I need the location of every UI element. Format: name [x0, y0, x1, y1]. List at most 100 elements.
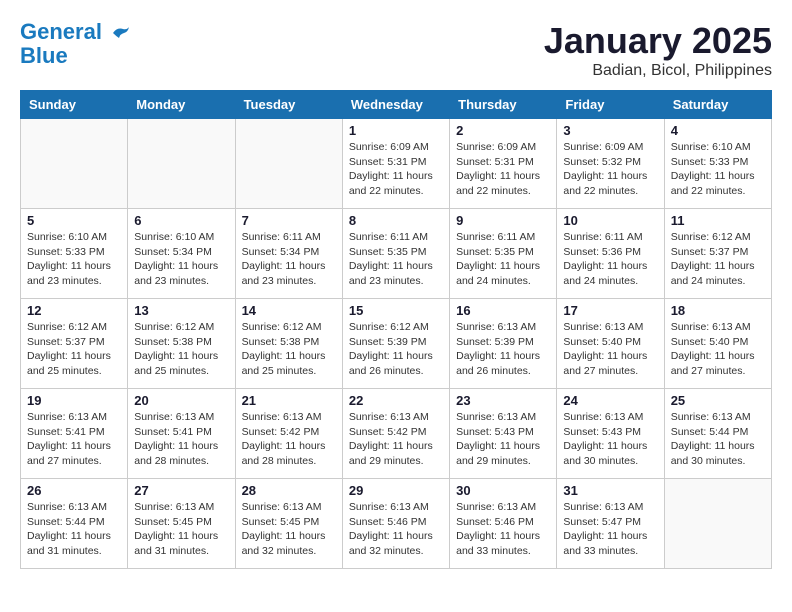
day-number: 15	[349, 303, 443, 318]
header-monday: Monday	[128, 91, 235, 119]
calendar-cell: 13 Sunrise: 6:12 AM Sunset: 5:38 PM Dayli…	[128, 299, 235, 389]
day-info: Sunrise: 6:13 AM Sunset: 5:44 PM Dayligh…	[671, 410, 765, 469]
day-number: 24	[563, 393, 657, 408]
day-info: Sunrise: 6:13 AM Sunset: 5:40 PM Dayligh…	[563, 320, 657, 379]
day-info: Sunrise: 6:11 AM Sunset: 5:36 PM Dayligh…	[563, 230, 657, 289]
day-number: 17	[563, 303, 657, 318]
week-row-2: 5 Sunrise: 6:10 AM Sunset: 5:33 PM Daylig…	[21, 209, 772, 299]
day-number: 20	[134, 393, 228, 408]
week-row-3: 12 Sunrise: 6:12 AM Sunset: 5:37 PM Dayli…	[21, 299, 772, 389]
calendar-cell: 14 Sunrise: 6:12 AM Sunset: 5:38 PM Dayli…	[235, 299, 342, 389]
logo-bird-icon	[111, 25, 131, 41]
day-info: Sunrise: 6:12 AM Sunset: 5:39 PM Dayligh…	[349, 320, 443, 379]
day-info: Sunrise: 6:13 AM Sunset: 5:41 PM Dayligh…	[27, 410, 121, 469]
calendar-cell: 6Sunrise: 6:10 AM Sunset: 5:34 PM Daylig…	[128, 209, 235, 299]
calendar-cell	[664, 479, 771, 569]
calendar-cell: 11Sunrise: 6:12 AM Sunset: 5:37 PM Dayli…	[664, 209, 771, 299]
day-number: 13	[134, 303, 228, 318]
calendar-cell: 19 Sunrise: 6:13 AM Sunset: 5:41 PM Dayli…	[21, 389, 128, 479]
calendar-cell	[235, 119, 342, 209]
calendar-cell: 26Sunrise: 6:13 AM Sunset: 5:44 PM Dayli…	[21, 479, 128, 569]
calendar-cell: 9 Sunrise: 6:11 AM Sunset: 5:35 PM Daylig…	[450, 209, 557, 299]
calendar-cell: 29 Sunrise: 6:13 AM Sunset: 5:46 PM Dayli…	[342, 479, 449, 569]
day-info: Sunrise: 6:12 AM Sunset: 5:38 PM Dayligh…	[242, 320, 336, 379]
header-wednesday: Wednesday	[342, 91, 449, 119]
day-info: Sunrise: 6:13 AM Sunset: 5:45 PM Dayligh…	[134, 500, 228, 559]
logo-blue: Blue	[20, 44, 131, 68]
day-number: 10	[563, 213, 657, 228]
calendar-cell: 20 Sunrise: 6:13 AM Sunset: 5:41 PM Dayli…	[128, 389, 235, 479]
day-number: 19	[27, 393, 121, 408]
day-number: 4	[671, 123, 765, 138]
calendar-cell: 12 Sunrise: 6:12 AM Sunset: 5:37 PM Dayli…	[21, 299, 128, 389]
calendar-cell: 10 Sunrise: 6:11 AM Sunset: 5:36 PM Dayli…	[557, 209, 664, 299]
day-number: 8	[349, 213, 443, 228]
page-header: General Blue January 2025 Badian, Bicol,…	[20, 20, 772, 80]
day-info: Sunrise: 6:13 AM Sunset: 5:46 PM Dayligh…	[349, 500, 443, 559]
day-number: 31	[563, 483, 657, 498]
day-info: Sunrise: 6:11 AM Sunset: 5:35 PM Dayligh…	[349, 230, 443, 289]
day-number: 1	[349, 123, 443, 138]
calendar-table: SundayMondayTuesdayWednesdayThursdayFrid…	[20, 90, 772, 569]
location-title: Badian, Bicol, Philippines	[544, 62, 772, 80]
calendar-cell: 17 Sunrise: 6:13 AM Sunset: 5:40 PM Dayli…	[557, 299, 664, 389]
day-info: Sunrise: 6:13 AM Sunset: 5:43 PM Dayligh…	[456, 410, 550, 469]
day-number: 14	[242, 303, 336, 318]
calendar-cell	[128, 119, 235, 209]
calendar-cell: 1 Sunrise: 6:09 AM Sunset: 5:31 PM Daylig…	[342, 119, 449, 209]
day-number: 28	[242, 483, 336, 498]
calendar-cell: 30Sunrise: 6:13 AM Sunset: 5:46 PM Dayli…	[450, 479, 557, 569]
calendar-cell: 25 Sunrise: 6:13 AM Sunset: 5:44 PM Dayli…	[664, 389, 771, 479]
day-info: Sunrise: 6:12 AM Sunset: 5:37 PM Dayligh…	[27, 320, 121, 379]
calendar-cell: 28Sunrise: 6:13 AM Sunset: 5:45 PM Dayli…	[235, 479, 342, 569]
day-number: 7	[242, 213, 336, 228]
calendar-cell: 5 Sunrise: 6:10 AM Sunset: 5:33 PM Daylig…	[21, 209, 128, 299]
logo-text: General	[20, 20, 131, 44]
calendar-cell: 7Sunrise: 6:11 AM Sunset: 5:34 PM Daylig…	[235, 209, 342, 299]
month-title: January 2025	[544, 20, 772, 62]
header-thursday: Thursday	[450, 91, 557, 119]
day-number: 22	[349, 393, 443, 408]
day-number: 29	[349, 483, 443, 498]
day-number: 5	[27, 213, 121, 228]
day-info: Sunrise: 6:13 AM Sunset: 5:41 PM Dayligh…	[134, 410, 228, 469]
day-info: Sunrise: 6:09 AM Sunset: 5:31 PM Dayligh…	[349, 140, 443, 199]
day-info: Sunrise: 6:13 AM Sunset: 5:44 PM Dayligh…	[27, 500, 121, 559]
day-number: 23	[456, 393, 550, 408]
calendar-cell	[21, 119, 128, 209]
day-info: Sunrise: 6:13 AM Sunset: 5:42 PM Dayligh…	[349, 410, 443, 469]
day-info: Sunrise: 6:09 AM Sunset: 5:32 PM Dayligh…	[563, 140, 657, 199]
day-number: 11	[671, 213, 765, 228]
day-info: Sunrise: 6:10 AM Sunset: 5:33 PM Dayligh…	[27, 230, 121, 289]
week-row-4: 19 Sunrise: 6:13 AM Sunset: 5:41 PM Dayli…	[21, 389, 772, 479]
day-number: 2	[456, 123, 550, 138]
day-info: Sunrise: 6:13 AM Sunset: 5:39 PM Dayligh…	[456, 320, 550, 379]
day-number: 25	[671, 393, 765, 408]
calendar-title-area: January 2025 Badian, Bicol, Philippines	[544, 20, 772, 80]
day-number: 27	[134, 483, 228, 498]
header-friday: Friday	[557, 91, 664, 119]
calendar-cell: 22 Sunrise: 6:13 AM Sunset: 5:42 PM Dayli…	[342, 389, 449, 479]
calendar-cell: 21Sunrise: 6:13 AM Sunset: 5:42 PM Dayli…	[235, 389, 342, 479]
day-number: 16	[456, 303, 550, 318]
day-number: 9	[456, 213, 550, 228]
week-row-5: 26Sunrise: 6:13 AM Sunset: 5:44 PM Dayli…	[21, 479, 772, 569]
calendar-cell: 27 Sunrise: 6:13 AM Sunset: 5:45 PM Dayli…	[128, 479, 235, 569]
day-number: 6	[134, 213, 228, 228]
day-info: Sunrise: 6:12 AM Sunset: 5:38 PM Dayligh…	[134, 320, 228, 379]
day-info: Sunrise: 6:13 AM Sunset: 5:43 PM Dayligh…	[563, 410, 657, 469]
logo: General Blue	[20, 20, 131, 68]
calendar-cell: 16 Sunrise: 6:13 AM Sunset: 5:39 PM Dayli…	[450, 299, 557, 389]
calendar-cell: 18 Sunrise: 6:13 AM Sunset: 5:40 PM Dayli…	[664, 299, 771, 389]
header-saturday: Saturday	[664, 91, 771, 119]
day-info: Sunrise: 6:13 AM Sunset: 5:40 PM Dayligh…	[671, 320, 765, 379]
calendar-header-row: SundayMondayTuesdayWednesdayThursdayFrid…	[21, 91, 772, 119]
day-number: 18	[671, 303, 765, 318]
day-number: 30	[456, 483, 550, 498]
day-info: Sunrise: 6:09 AM Sunset: 5:31 PM Dayligh…	[456, 140, 550, 199]
header-tuesday: Tuesday	[235, 91, 342, 119]
calendar-cell: 23 Sunrise: 6:13 AM Sunset: 5:43 PM Dayli…	[450, 389, 557, 479]
day-info: Sunrise: 6:11 AM Sunset: 5:35 PM Dayligh…	[456, 230, 550, 289]
day-info: Sunrise: 6:10 AM Sunset: 5:33 PM Dayligh…	[671, 140, 765, 199]
day-number: 12	[27, 303, 121, 318]
